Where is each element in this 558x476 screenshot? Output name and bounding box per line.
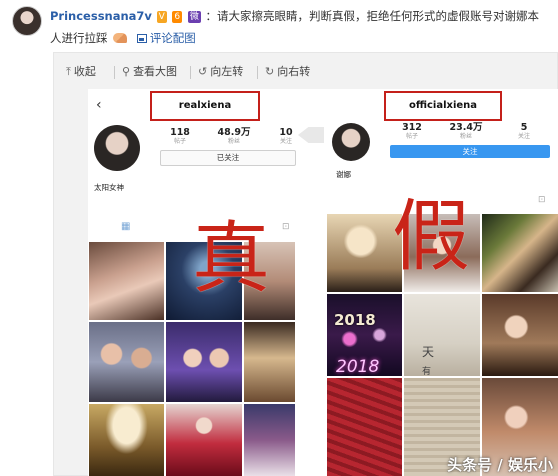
username-link[interactable]: Princessnana7v [50,9,152,23]
toolbar-divider [257,66,258,79]
grid-photo [326,377,403,476]
collapse-button[interactable]: ⤒ 收起 [66,64,96,80]
fake-stat-posts: 312 帖子 [402,122,422,140]
photo-year-text: 2018 [334,311,376,329]
rotate-right-button[interactable]: ↻ 向右转 [265,64,310,80]
real-handle-box: realxiena [150,91,260,121]
comment-pic-label: 评论配图 [149,31,196,45]
fake-handle-box: officialxiena [384,91,502,121]
fake-stat-following: 5 关注 [517,122,530,140]
image-viewer: ⤒ 收起 ⚲ 查看大图 ↺ 向左转 ↻ 向右转 ‹ realxiena 118 帖子 48… [53,52,558,476]
grid-photo [165,321,243,403]
view-large-button[interactable]: ⚲ 查看大图 [122,64,177,80]
user-avatar[interactable] [12,6,42,36]
real-profile-name: 太阳女神 [94,183,124,192]
sparkler-year-text: 2018 [336,357,380,377]
magnify-icon: ⚲ [122,65,131,78]
comment-pic-link[interactable]: 评论配图 [136,27,196,49]
grid-photo [88,241,165,321]
fake-account-panel: officialxiena 312 帖子 23.4万 粉丝 5 关注 关注 谢娜 ⊡ [326,89,558,476]
grid-photo [88,321,165,403]
collapse-icon: ⤒ [66,65,71,78]
verified-badge: V [156,11,167,23]
grid-photo [481,213,558,293]
grid-photo [403,293,481,377]
source-watermark: 头条号 / 娱乐小 [447,456,553,474]
fake-profile-avatar [332,123,370,161]
grid-photo [243,321,296,403]
grid-photo [243,403,296,476]
real-stat-followers: 48.9万 粉丝 [217,127,251,145]
collapse-label: 收起 [73,65,96,78]
emoji-icon [113,33,128,43]
card-text: 天 [422,345,435,359]
arrow-shape [298,127,324,143]
vip-badge: 微 [187,11,201,23]
image-icon [136,34,147,43]
view-large-label: 查看大图 [133,65,178,78]
fake-follow-button[interactable]: 关注 [390,145,550,158]
fake-label: 假 [392,192,471,282]
real-profile-avatar [94,125,140,171]
tagged-icon: ⊡ [538,195,546,205]
back-arrow-icon: ‹ [96,97,102,113]
toolbar-divider [190,66,191,79]
comparison-image[interactable]: ‹ realxiena 118 帖子 48.9万 粉丝 10 关注 已关注 太阳女神 … [88,89,558,476]
grid-photo [88,403,165,476]
grid-view-icon: ▦ [121,221,131,232]
post-text: Princessnana7v V 6 微 ：请大家擦亮眼睛，判断真假，拒绝任何形… [50,5,550,49]
rotate-right-label: 向右转 [277,65,311,78]
real-stat-posts: 118 帖子 [170,127,190,145]
grid-photo [481,293,558,377]
rotate-left-label: 向左转 [210,65,244,78]
real-following-button[interactable]: 已关注 [160,150,296,166]
fake-stat-followers: 23.4万 粉丝 [449,122,483,140]
real-stat-following: 10 关注 [279,127,293,145]
true-label: 真 [192,214,271,304]
rotate-left-icon: ↺ [198,65,208,78]
tagged-icon: ⊡ [282,222,290,232]
level-badge: 6 [172,11,183,23]
grid-photo [165,403,243,476]
rotate-right-icon: ↻ [265,65,275,78]
fake-profile-name: 谢娜 [336,170,351,179]
image-toolbar: ⤒ 收起 ⚲ 查看大图 ↺ 向左转 ↻ 向右转 [54,53,558,91]
toolbar-divider [114,66,115,79]
card-text: 有 [422,367,432,377]
rotate-left-button[interactable]: ↺ 向左转 [198,64,243,80]
